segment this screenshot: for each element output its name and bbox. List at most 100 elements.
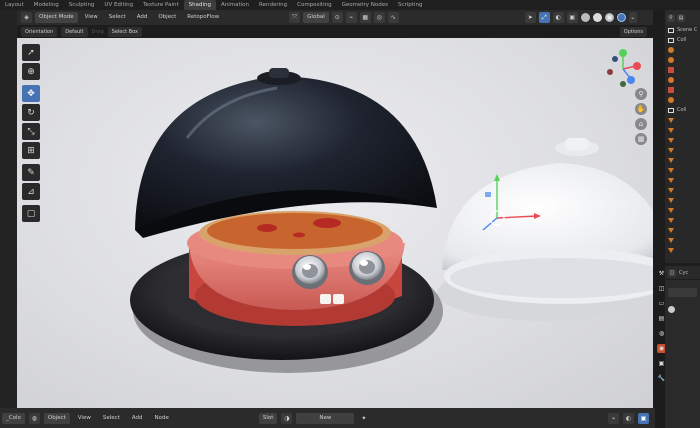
tab-modeling[interactable]: Modeling [29,0,64,10]
editor-type-icon[interactable]: ◍ [28,412,40,424]
transform-icon[interactable]: ⊞ [22,142,40,159]
list-item[interactable] [665,55,700,65]
snap-target-icon[interactable]: ▦ [359,12,371,23]
menu-select[interactable]: Select [99,413,124,424]
list-item[interactable] [665,75,700,85]
drag-value-dropdown[interactable]: Select Box [107,26,142,37]
outliner-header: ⚲ ▤ [665,10,700,25]
viewport-toolbar: ➚ ⊕ ✥ ↻ ⤡ ⊞ ✎ ⊿ ▢ [22,44,44,224]
properties-field[interactable] [668,288,697,297]
tab-texture-paint[interactable]: Texture Paint [138,0,184,10]
selectability-icon[interactable]: ➤ [524,12,536,23]
list-item[interactable] [665,245,700,255]
zoom-icon[interactable]: ⚲ [635,88,647,100]
menu-select[interactable]: Select [105,12,130,23]
list-item[interactable] [665,205,700,215]
list-item[interactable] [665,175,700,185]
list-item[interactable] [665,125,700,135]
menu-object[interactable]: Object [154,12,180,23]
proportional-icon[interactable]: ◎ [373,12,385,23]
options-dropdown[interactable]: Options [619,26,647,37]
menu-node[interactable]: Node [150,413,172,424]
navigation-gizmo[interactable] [600,46,646,92]
list-item[interactable] [665,225,700,235]
tab-animation[interactable]: Animation [216,0,254,10]
cursor-3d-icon[interactable]: ⊕ [22,63,40,80]
snap-icon[interactable]: ⌁ [608,412,619,424]
shading-options-icon[interactable]: ⌄ [628,12,637,23]
list-item[interactable] [665,155,700,165]
rendered-shading-icon[interactable] [616,13,626,22]
render-engine-label[interactable]: Cyc [679,270,688,276]
solid-shading-icon[interactable] [592,13,602,22]
tab-compositing[interactable]: Compositing [292,0,336,10]
scale-icon[interactable]: ⤡ [22,123,40,140]
outliner-filter-icon[interactable]: ⚲ [667,13,675,22]
outliner-collection-row[interactable]: Coll [665,35,700,45]
wireframe-shading-icon[interactable] [580,13,590,22]
outliner-scene-row[interactable]: Scene C [665,25,700,35]
list-item[interactable] [665,65,700,75]
measure-icon[interactable]: ⊿ [22,183,40,200]
slot-dropdown[interactable]: Slot [258,412,278,424]
tab-shading[interactable]: Shading [183,0,216,10]
xray-toggle-icon[interactable]: ▣ [566,12,578,23]
mode-dropdown[interactable]: Object Mode [35,12,78,23]
world-row[interactable] [668,305,697,314]
camera-view-icon[interactable]: ⌂ [635,118,647,130]
menu-view[interactable]: View [81,12,102,23]
orientation-dropdown[interactable]: Global [303,12,329,23]
menu-add[interactable]: Add [128,413,147,424]
pin-icon[interactable]: ✦ [358,413,369,424]
outliner-display-icon[interactable]: ▤ [677,13,685,22]
list-item[interactable] [665,195,700,205]
transform-orientation-icon[interactable]: ⤧ [289,12,301,23]
list-item[interactable] [665,85,700,95]
transform-pivot-icon[interactable]: ⊙ [331,12,343,23]
outliner-collection-row[interactable]: Coll [665,105,700,115]
rotate-icon[interactable]: ↻ [22,104,40,121]
tab-scripting[interactable]: Scripting [393,0,427,10]
select-cursor-icon[interactable]: ➚ [22,44,40,61]
menu-retopoflow[interactable]: RetopoFlow [183,12,223,23]
tab-rendering[interactable]: Rendering [254,0,292,10]
tab-layout[interactable]: Layout [0,0,29,10]
editor-type-icon[interactable]: ◈ [21,12,32,23]
list-item[interactable] [665,215,700,225]
material-name-field[interactable]: _Colo [2,412,25,424]
3d-viewport[interactable] [17,38,653,408]
new-material-button[interactable]: New [296,412,355,424]
list-item[interactable] [665,165,700,175]
perspective-toggle-icon[interactable]: ▦ [635,133,647,145]
backdrop-icon[interactable]: ▣ [638,412,649,424]
pan-hand-icon[interactable]: ✋ [635,103,647,115]
overlay-toggle-icon[interactable]: ◐ [552,12,564,23]
tab-uv-editing[interactable]: UV Editing [99,0,138,10]
list-item[interactable] [665,115,700,125]
proportional-falloff-icon[interactable]: ∿ [387,12,399,23]
material-shading-icon[interactable] [604,13,614,22]
tab-geometry-nodes[interactable]: Geometry Nodes [337,0,393,10]
menu-add[interactable]: Add [133,12,152,23]
object-type-dropdown[interactable]: Object [43,412,70,424]
annotate-icon[interactable]: ✎ [22,164,40,181]
add-cube-icon[interactable]: ▢ [22,205,40,222]
list-item[interactable] [665,135,700,145]
collection-icon [668,27,674,33]
overlay-icon[interactable]: ◐ [623,412,634,424]
move-icon[interactable]: ✥ [22,85,40,102]
render-engine-icon[interactable]: ◫ [668,268,676,277]
orientation-value-dropdown[interactable]: Default [61,26,88,37]
list-item[interactable] [665,45,700,55]
list-item[interactable] [665,185,700,195]
gizmo-toggle-icon[interactable]: ⤢ [538,12,550,23]
tab-sculpting[interactable]: Sculpting [64,0,100,10]
menu-view[interactable]: View [74,413,95,424]
nav-controls: ⚲ ✋ ⌂ ▦ [635,88,647,148]
mesh-icon [668,157,674,163]
material-browse-icon[interactable]: ◑ [281,412,293,424]
list-item[interactable] [665,235,700,245]
list-item[interactable] [665,95,700,105]
list-item[interactable] [665,145,700,155]
snap-icon[interactable]: ⌁ [345,12,357,23]
